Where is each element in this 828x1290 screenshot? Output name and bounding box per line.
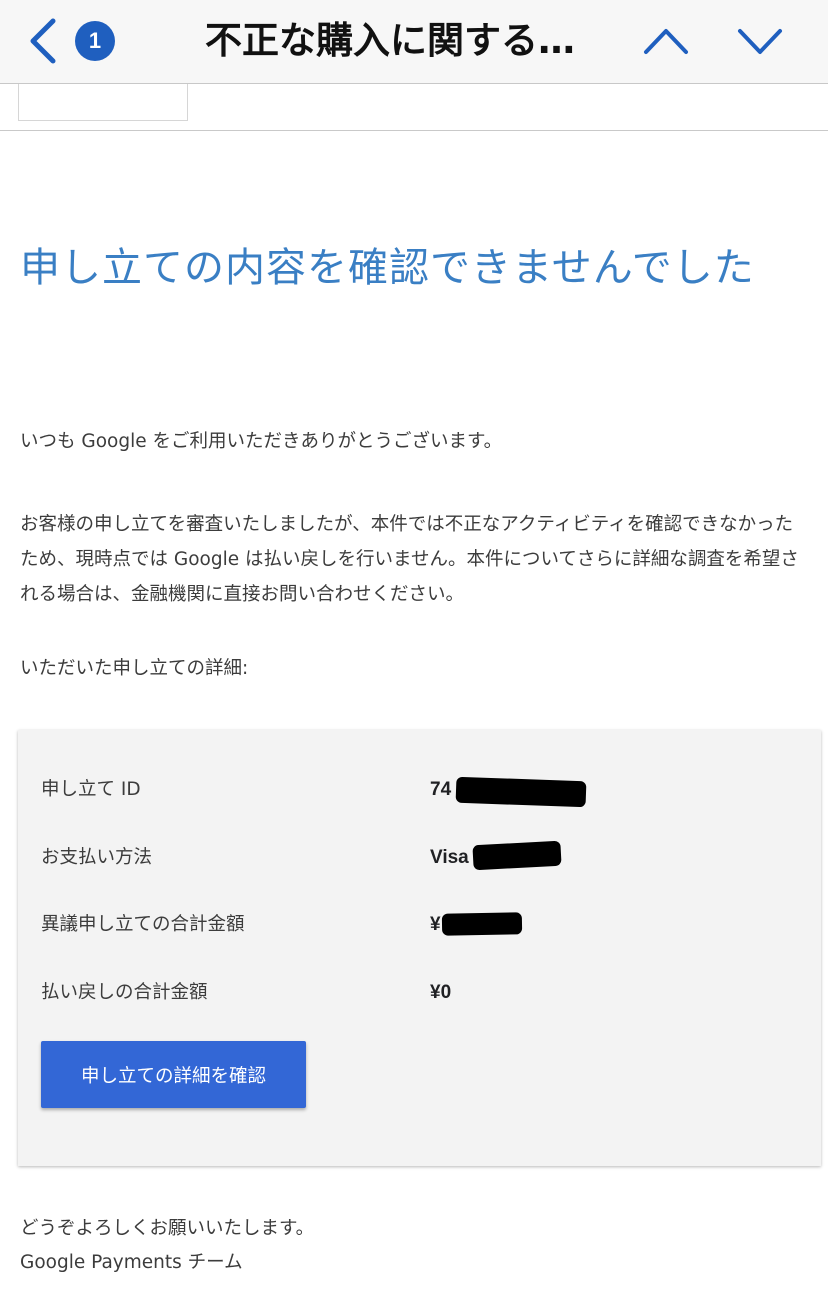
detail-label: 払い戻しの合計金額 (41, 982, 208, 1003)
message-subject-title: 不正な購入に関する… (205, 19, 575, 62)
redaction-mark (472, 840, 562, 871)
detail-value: ¥ (430, 914, 441, 935)
detail-row-refund-total: 払い戻しの合計金額 ¥0 (18, 973, 821, 1013)
dispute-details-card: 申し立て ID 74 お支払い方法 Visa 異議申し立ての合計金額 ¥ 払い戻… (18, 730, 821, 1166)
chevron-up-icon (644, 29, 688, 54)
detail-value: 74 (430, 779, 452, 800)
detail-row-payment-method: お支払い方法 Visa (18, 838, 821, 878)
signature-text: Google Payments チーム (20, 1252, 243, 1273)
greeting-text: いつも Google をご利用いただきありがとうございます。 (20, 431, 503, 452)
details-intro-text: いただいた申し立ての詳細: (20, 658, 249, 679)
detail-row-disputed-total: 異議申し立ての合計金額 ¥ (18, 905, 821, 945)
chevron-left-icon (30, 18, 56, 64)
previous-message-button[interactable] (638, 18, 694, 64)
detail-label: 異議申し立ての合計金額 (41, 914, 245, 935)
detail-row-dispute-id: 申し立て ID 74 (18, 770, 821, 810)
redaction-mark (441, 912, 523, 936)
next-message-button[interactable] (732, 18, 788, 64)
header-divider (0, 130, 828, 131)
body-text: お客様の申し立てを審査いたしましたが、本件では不正なアクティビティを確認できなか… (20, 514, 799, 605)
detail-label: お支払い方法 (41, 847, 153, 868)
detail-value: ¥0 (430, 982, 452, 1003)
redaction-mark (455, 776, 587, 808)
closing-line: どうぞよろしくお願いいたします。 (20, 1218, 315, 1239)
unread-count-badge: 1 (75, 21, 115, 61)
email-headline: 申し立ての内容を確認できませんでした (20, 245, 755, 291)
view-dispute-details-button[interactable]: 申し立ての詳細を確認 (41, 1041, 306, 1108)
chevron-down-icon (738, 29, 782, 54)
back-button[interactable] (22, 14, 62, 68)
detail-label: 申し立て ID (41, 779, 141, 800)
email-header-logo-box (18, 84, 188, 121)
mail-navigation-bar: 1 不正な購入に関する… (0, 0, 828, 84)
detail-value: Visa (430, 847, 469, 868)
